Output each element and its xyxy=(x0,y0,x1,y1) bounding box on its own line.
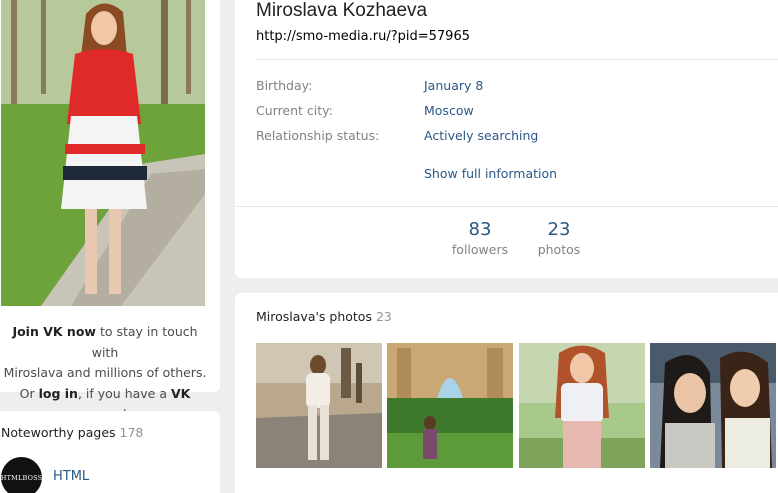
photo-thumbnail[interactable] xyxy=(519,343,645,468)
followers-label: followers xyxy=(451,242,509,257)
profile-photo-image xyxy=(1,0,205,306)
relationship-label: Relationship status: xyxy=(256,128,380,143)
divider xyxy=(256,59,778,60)
join-text-or: Or xyxy=(19,385,39,401)
profile-info-card: Miroslava Kozhaeva http://smo-media.ru/?… xyxy=(235,0,778,278)
profile-photo[interactable] xyxy=(1,0,205,306)
vk-brand: VK xyxy=(170,385,191,401)
photo-image xyxy=(256,343,382,468)
avatar-card: Join VK now to stay in touch with Mirosl… xyxy=(0,0,220,421)
divider xyxy=(235,206,778,207)
htmlboss-avatar[interactable]: HTMLBOSS xyxy=(1,457,42,493)
noteworthy-page-link[interactable]: HTML xyxy=(53,469,89,484)
show-full-info-link[interactable]: Show full information xyxy=(424,166,557,181)
join-text-rest: to stay in touch with xyxy=(91,324,198,360)
photo-image xyxy=(519,343,645,468)
photos-title: Miroslava's photos xyxy=(256,309,372,324)
photo-thumbnail[interactable] xyxy=(650,343,776,468)
photos-label: photos xyxy=(537,242,581,257)
photos-counter[interactable]: 23 photos xyxy=(529,219,589,257)
photo-thumbnail[interactable] xyxy=(256,343,382,468)
noteworthy-pages-title: Noteworthy pages xyxy=(1,425,116,440)
noteworthy-pages-card: Noteworthy pages 178 HTMLBOSS HTML xyxy=(0,411,220,493)
join-now-link[interactable]: Join VK now xyxy=(12,324,96,339)
profile-status: http://smo-media.ru/?pid=57965 xyxy=(256,29,470,44)
birthday-label: Birthday: xyxy=(256,78,313,93)
join-text-mid: , if you have a xyxy=(77,385,171,401)
join-text-line2: Miroslava and millions of others. xyxy=(3,365,207,380)
noteworthy-pages-count: 178 xyxy=(119,425,144,440)
birthday-value[interactable]: January 8 xyxy=(424,78,483,93)
photo-thumbnail[interactable] xyxy=(387,343,513,468)
join-prompt: Join VK now to stay in touch with Mirosl… xyxy=(0,322,210,425)
followers-count: 83 xyxy=(468,219,492,240)
city-value[interactable]: Moscow xyxy=(424,103,474,118)
htmlboss-logo-text: HTMLBOSS xyxy=(0,473,43,482)
followers-counter[interactable]: 83 followers xyxy=(450,219,510,257)
photos-count: 23 xyxy=(547,219,571,240)
login-link[interactable]: log in xyxy=(39,386,78,401)
photos-card: Miroslava's photos 23 xyxy=(235,293,778,493)
city-label: Current city: xyxy=(256,103,333,118)
photo-image xyxy=(650,343,776,468)
profile-name: Miroslava Kozhaeva xyxy=(256,0,428,21)
photos-total-count: 23 xyxy=(375,309,392,324)
photo-image xyxy=(387,343,513,468)
relationship-value[interactable]: Actively searching xyxy=(424,128,538,143)
noteworthy-pages-header[interactable]: Noteworthy pages 178 xyxy=(1,425,143,440)
photos-header[interactable]: Miroslava's photos 23 xyxy=(256,309,392,324)
